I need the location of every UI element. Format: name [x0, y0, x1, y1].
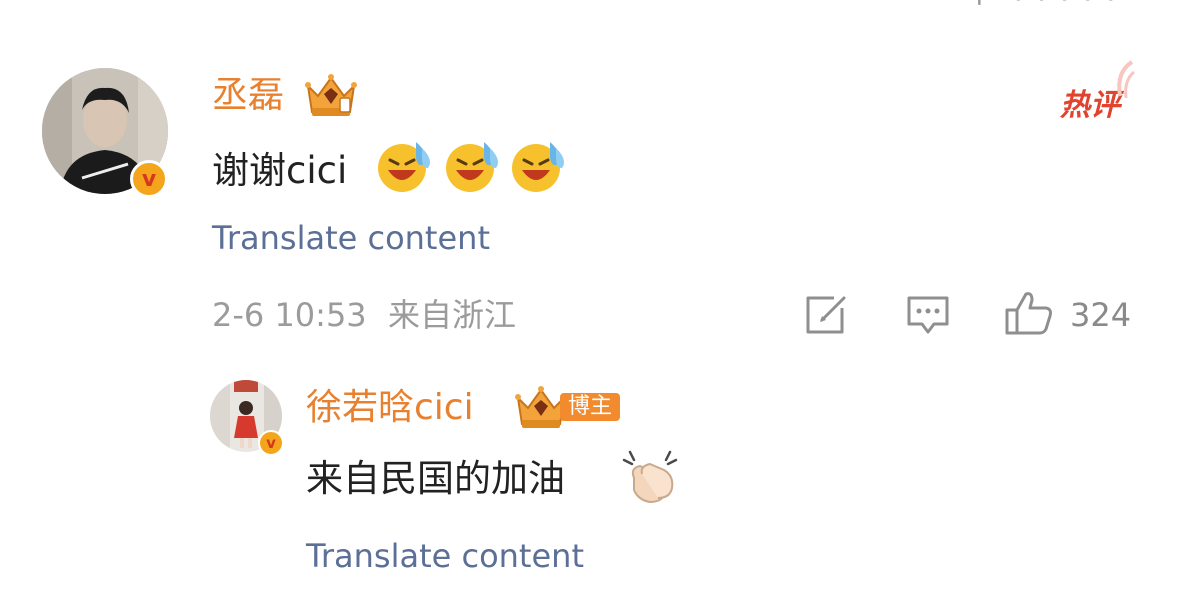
comment-timestamp: 2-6 10:53 [212, 296, 367, 334]
comment-username[interactable]: 丞磊 [212, 78, 284, 114]
reply-comment-icon[interactable] [906, 294, 950, 336]
reply-avatar[interactable]: v [210, 380, 284, 456]
laugh-cry-emoji-2 [444, 138, 504, 198]
share-edit-icon[interactable] [804, 294, 848, 336]
comment-body: 谢谢cici [212, 148, 348, 192]
clapping-hands-emoji [620, 448, 680, 510]
reply-text: 来自民国的加油 [306, 457, 565, 500]
vip-crown-icon [302, 72, 360, 118]
like-thumb-icon[interactable] [1004, 290, 1054, 336]
verified-badge-icon: v [130, 160, 168, 198]
avatar[interactable]: v [42, 68, 168, 198]
laugh-cry-emoji-1 [376, 138, 436, 198]
comment-location: 来自浙江 [388, 296, 517, 334]
translate-link[interactable]: Translate content [212, 222, 490, 254]
reply-verified-badge-icon: v [258, 430, 284, 456]
comment-text: 谢谢cici [212, 146, 347, 194]
reply-username[interactable]: 徐若晗cici [306, 390, 474, 426]
cropped-top-text: ⌐ · · · · · [975, 0, 1118, 17]
author-tag: 博主 [560, 393, 621, 421]
like-count: 324 [1070, 296, 1132, 334]
hot-badge-decoration-icon [1112, 60, 1136, 104]
laugh-cry-emoji-3 [510, 138, 570, 198]
hot-comment-badge: 热评 [1060, 88, 1120, 123]
reply-translate-link[interactable]: Translate content [306, 540, 584, 572]
